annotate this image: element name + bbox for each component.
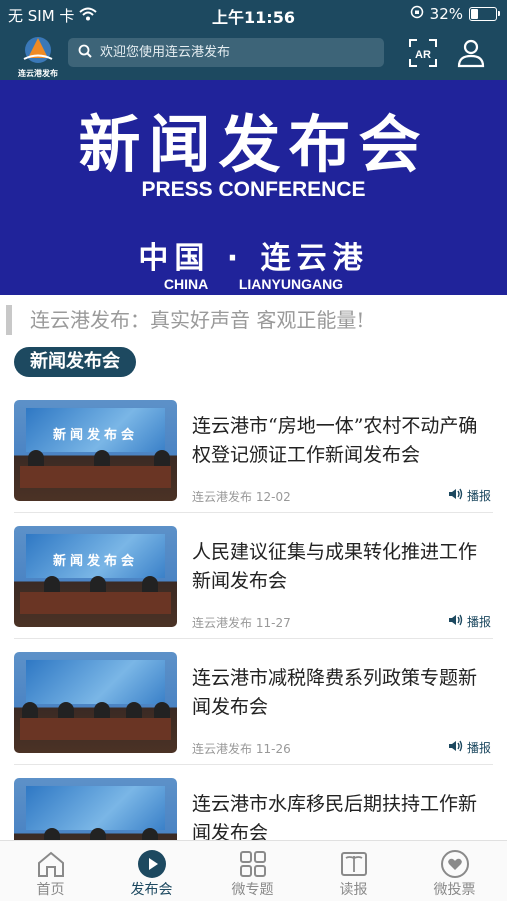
speaker-icon — [448, 614, 464, 629]
user-profile-button[interactable] — [456, 38, 486, 68]
news-item[interactable]: 新闻发布会 人民建议征集与成果转化推进工作新闻发布会 连云港发布 11-27 播… — [0, 526, 507, 650]
battery-percent: 32% — [429, 5, 463, 23]
logo-emblem-icon — [23, 37, 53, 63]
user-icon — [457, 39, 485, 68]
ar-scan-button[interactable]: AR — [409, 39, 437, 67]
tab-home[interactable]: 首页 — [0, 849, 101, 899]
tts-play-button[interactable]: 播报 — [448, 613, 491, 630]
news-thumbnail — [14, 652, 177, 753]
banner-location-en: CHINA LIANYUNGANG — [163, 276, 344, 292]
tab-label: 微专题 — [231, 882, 274, 898]
news-meta: 连云港发布 11-27 — [192, 614, 291, 631]
thumbnail-caption: 新闻发布会 — [52, 428, 138, 443]
news-source: 连云港发布 — [192, 616, 253, 630]
tts-play-button[interactable]: 播报 — [448, 487, 491, 504]
speaker-icon — [448, 740, 464, 755]
banner-title-en: PRESS CONFERENCE — [141, 178, 366, 201]
speaker-icon — [448, 488, 464, 503]
news-item[interactable]: 连云港市减税降费系列政策专题新闻发布会 连云港发布 11-26 播报 — [0, 652, 507, 776]
tab-vote[interactable]: 微投票 — [404, 849, 505, 899]
news-thumbnail: 新闻发布会 — [14, 526, 177, 627]
tts-play-button[interactable]: 播报 — [448, 739, 491, 756]
play-label: 播报 — [466, 489, 491, 503]
banner-location-cn: 中国 · 连云港 — [138, 241, 369, 276]
divider — [14, 512, 493, 513]
search-input[interactable] — [98, 44, 372, 61]
news-title: 人民建议征集与成果转化推进工作新闻发布会 — [192, 541, 478, 592]
news-source: 连云港发布 — [192, 490, 253, 504]
logo-text: 连云港发布 — [18, 69, 58, 78]
press-conference-banner[interactable]: 新闻发布会 PRESS CONFERENCE 中国 · 连云港 CHINA LI… — [0, 80, 507, 295]
bottom-tab-bar: 首页 发布会 微专题 读报 微投票 — [0, 840, 507, 901]
play-label: 播报 — [466, 741, 491, 755]
tab-label: 首页 — [36, 882, 65, 898]
ar-scan-icon: AR — [409, 39, 437, 67]
news-title: 连云港市“房地一体”农村不动产确权登记颁证工作新闻发布会 — [192, 415, 478, 466]
news-date: 11-27 — [255, 616, 291, 630]
status-bar: 无 SIM 卡 上午11:56 32% — [0, 0, 507, 28]
home-icon — [37, 851, 64, 877]
book-icon — [340, 852, 367, 876]
news-meta: 连云港发布 11-26 — [192, 740, 291, 757]
tab-label: 微投票 — [433, 882, 476, 898]
thumbnail-caption: 新闻发布会 — [52, 554, 138, 569]
news-title: 连云港市减税降费系列政策专题新闻发布会 — [192, 667, 478, 718]
app-header: 连云港发布 AR — [0, 28, 507, 80]
tab-press-conference[interactable]: 发布会 — [101, 849, 202, 899]
grid-icon — [239, 851, 266, 877]
search-icon — [78, 43, 92, 62]
tab-label: 发布会 — [130, 882, 173, 898]
news-item[interactable]: 新闻发布会 连云港市“房地一体”农村不动产确权登记颁证工作新闻发布会 连云港发布… — [0, 400, 507, 524]
section-tag: 新闻发布会 — [14, 347, 136, 377]
banner-title-cn: 新闻发布会 — [78, 108, 429, 181]
heart-icon — [440, 850, 469, 878]
rotation-lock-icon — [410, 5, 424, 23]
tab-topics[interactable]: 微专题 — [202, 849, 303, 899]
search-bar[interactable] — [68, 38, 384, 67]
news-source: 连云港发布 — [192, 742, 253, 756]
tab-read-paper[interactable]: 读报 — [303, 849, 404, 899]
app-logo[interactable]: 连云港发布 — [14, 32, 62, 78]
news-meta: 连云港发布 12-02 — [192, 488, 291, 505]
news-thumbnail: 新闻发布会 — [14, 400, 177, 501]
play-label: 播报 — [466, 615, 491, 629]
battery-icon — [469, 7, 500, 21]
slogan-text: 连云港发布：真实好声音 客观正能量! — [6, 305, 364, 335]
divider — [14, 638, 493, 639]
news-date: 12-02 — [255, 490, 291, 504]
news-date: 11-26 — [255, 742, 291, 756]
tab-label: 读报 — [339, 882, 368, 898]
ar-label: AR — [415, 49, 431, 61]
play-circle-icon — [137, 850, 166, 878]
divider — [14, 764, 493, 765]
